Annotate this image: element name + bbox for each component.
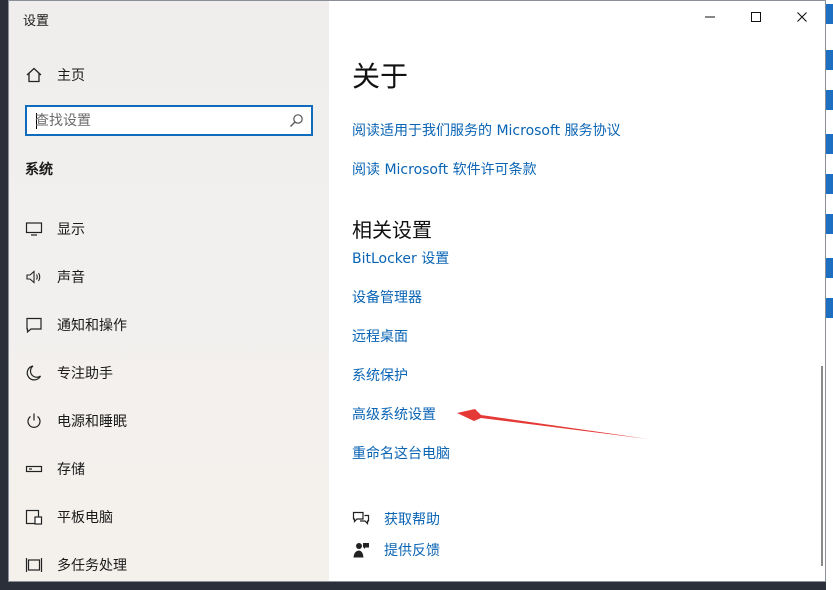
- settings-window: 设置 主页 系统 显示: [8, 0, 826, 582]
- sidebar-item-label: 通知和操作: [57, 318, 127, 334]
- desktop-background: [826, 0, 833, 590]
- give-feedback-label: 提供反馈: [384, 543, 440, 559]
- minimize-icon: [705, 16, 715, 18]
- link-remote-desktop[interactable]: 远程桌面: [352, 326, 408, 346]
- background-fragment: [826, 214, 833, 234]
- close-icon: [797, 12, 807, 22]
- background-fragment: [826, 298, 833, 318]
- maximize-icon: [751, 12, 761, 22]
- sidebar-item-focus-assist[interactable]: 专注助手: [9, 349, 329, 397]
- multitask-icon: [25, 558, 43, 572]
- get-help-label: 获取帮助: [384, 512, 440, 528]
- sidebar-item-sound[interactable]: 声音: [9, 253, 329, 301]
- window-controls: [687, 1, 825, 33]
- link-bitlocker[interactable]: BitLocker 设置: [352, 248, 449, 268]
- sidebar-item-label: 存储: [57, 462, 85, 478]
- get-help[interactable]: 获取帮助: [352, 509, 440, 529]
- scrollbar[interactable]: [821, 366, 823, 566]
- background-fragment: [826, 90, 833, 110]
- storage-icon: [25, 465, 43, 473]
- tablet-icon: [25, 509, 43, 525]
- background-fragment: [826, 4, 833, 24]
- background-fragment: [826, 258, 833, 278]
- close-button[interactable]: [779, 1, 825, 33]
- background-fragment: [826, 50, 833, 70]
- link-rename-pc[interactable]: 重命名这台电脑: [352, 443, 450, 463]
- power-icon: [27, 413, 41, 428]
- home-icon: [26, 67, 42, 83]
- sidebar-item-notifications[interactable]: 通知和操作: [9, 301, 329, 349]
- sidebar-item-storage[interactable]: 存储: [9, 445, 329, 493]
- sidebar-item-multitasking[interactable]: 多任务处理: [9, 541, 329, 581]
- sidebar-section-title: 系统: [25, 162, 53, 178]
- sidebar-home-label: 主页: [57, 68, 85, 84]
- background-fragment: [826, 174, 833, 194]
- help-chat-icon: [352, 511, 370, 525]
- sidebar-item-label: 声音: [57, 270, 85, 286]
- feedback-icon: [353, 543, 369, 558]
- related-settings-title: 相关设置: [352, 218, 432, 242]
- sidebar-item-tablet[interactable]: 平板电脑: [9, 493, 329, 541]
- sidebar-item-label: 电源和睡眠: [57, 414, 127, 430]
- give-feedback[interactable]: 提供反馈: [352, 540, 440, 560]
- sidebar-item-label: 专注助手: [57, 366, 113, 382]
- search-icon[interactable]: [289, 113, 304, 128]
- link-system-protection[interactable]: 系统保护: [352, 365, 408, 385]
- page-title: 关于: [352, 60, 409, 93]
- sidebar-item-power-sleep[interactable]: 电源和睡眠: [9, 397, 329, 445]
- speaker-icon: [26, 270, 41, 284]
- link-license-terms[interactable]: 阅读 Microsoft 软件许可条款: [352, 159, 537, 179]
- link-service-agreement[interactable]: 阅读适用于我们服务的 Microsoft 服务协议: [352, 120, 621, 140]
- sidebar-item-label: 平板电脑: [57, 510, 113, 526]
- search-input[interactable]: [35, 111, 275, 131]
- maximize-button[interactable]: [733, 1, 779, 33]
- link-advanced-system-settings[interactable]: 高级系统设置: [352, 404, 436, 424]
- arrow-shape: [457, 409, 648, 439]
- sidebar-item-label: 多任务处理: [57, 558, 127, 574]
- app-title: 设置: [23, 14, 50, 29]
- sidebar-item-display[interactable]: 显示: [9, 205, 329, 253]
- sidebar-home[interactable]: 主页: [25, 63, 85, 87]
- display-icon: [25, 222, 43, 236]
- sidebar-item-label: 显示: [57, 222, 85, 238]
- content-pane: 关于 阅读适用于我们服务的 Microsoft 服务协议 阅读 Microsof…: [329, 1, 825, 581]
- sidebar: 设置 主页 系统 显示: [9, 1, 329, 581]
- moon-icon: [26, 365, 42, 381]
- search-box[interactable]: [25, 105, 313, 136]
- notification-icon: [26, 317, 42, 334]
- background-fragment: [826, 134, 833, 154]
- link-device-manager[interactable]: 设备管理器: [352, 287, 422, 307]
- minimize-button[interactable]: [687, 1, 733, 33]
- sidebar-nav: 显示 声音 通知和操作 专注助手 电源和睡眠 存储 平板电脑 多任务处理: [9, 205, 329, 581]
